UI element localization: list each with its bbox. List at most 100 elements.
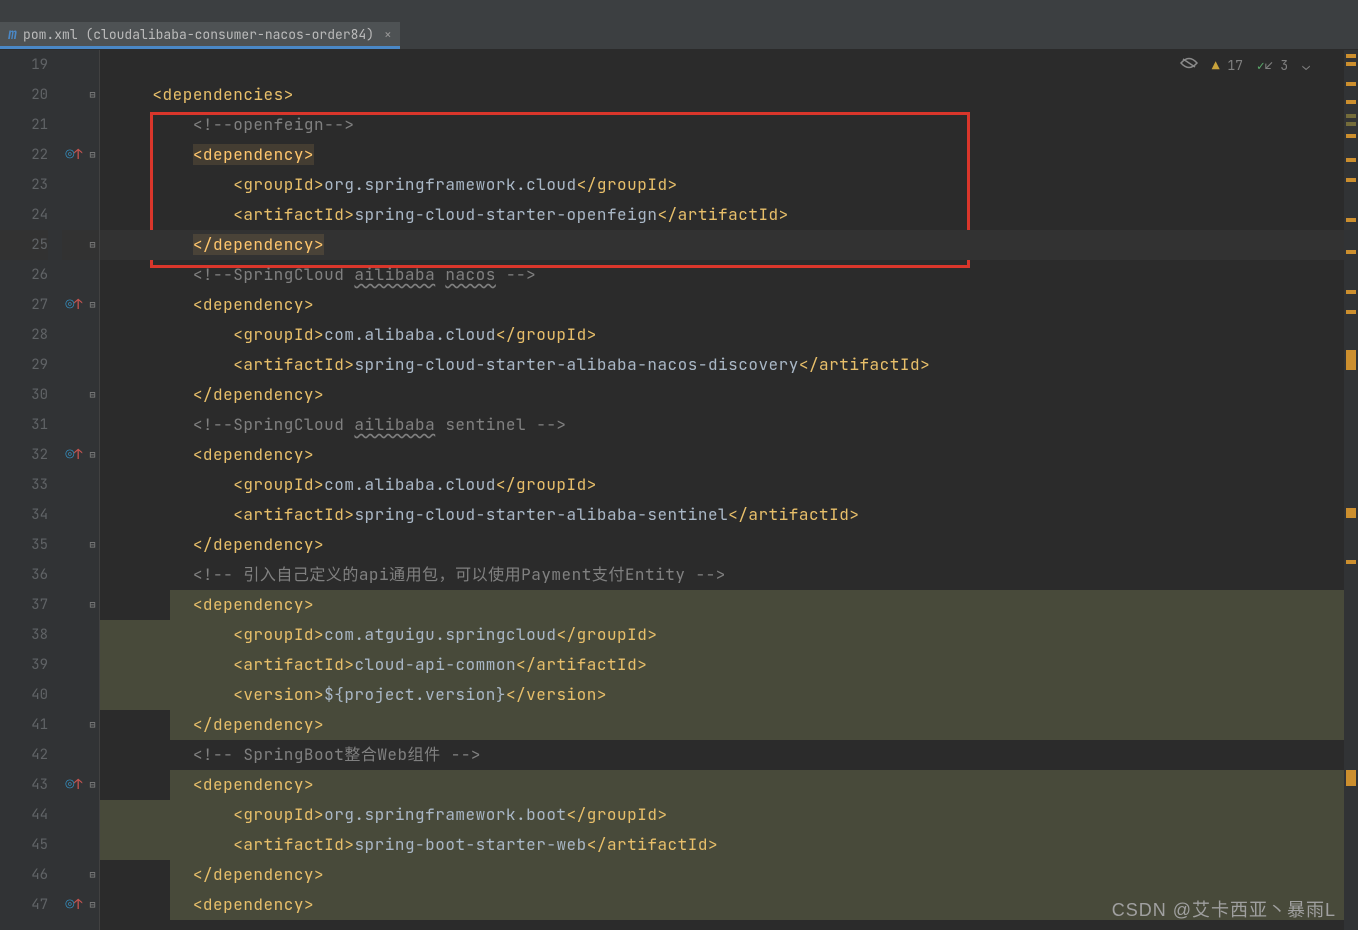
stripe-marker[interactable] <box>1346 218 1356 222</box>
stripe-marker[interactable] <box>1346 178 1356 182</box>
line-number: 28 <box>0 320 48 350</box>
warning-indicator[interactable]: ▲ 17 <box>1212 57 1243 74</box>
stripe-marker[interactable] <box>1346 122 1356 126</box>
line-number: 44 <box>0 800 48 830</box>
fold-handle[interactable]: ⊟ <box>86 230 99 260</box>
close-icon[interactable]: × <box>384 26 392 43</box>
line-number-gutter[interactable]: 1920212223242526272829303132333435363738… <box>0 50 62 930</box>
code-line[interactable]: </dependency> <box>100 710 1344 740</box>
fold-handle <box>86 50 99 80</box>
stripe-marker[interactable] <box>1346 560 1356 564</box>
chevron-down-icon[interactable]: ⌄ <box>1302 57 1310 74</box>
code-line[interactable]: </dependency> <box>100 530 1344 560</box>
stripe-marker[interactable] <box>1346 290 1356 294</box>
fold-handle[interactable]: ⊟ <box>86 590 99 620</box>
code-line[interactable]: <!--openfeign--> <box>100 110 1344 140</box>
vcs-mark <box>62 800 86 830</box>
fold-handle <box>86 830 99 860</box>
line-number: 46 <box>0 860 48 890</box>
code-line[interactable]: <artifactId>spring-cloud-starter-alibaba… <box>100 350 1344 380</box>
code-line[interactable]: <dependency> <box>100 140 1344 170</box>
fold-handle[interactable]: ⊟ <box>86 380 99 410</box>
fold-gutter[interactable]: ⊟⊟⊟⊟⊟⊟⊟⊟⊟⊟⊟⊟ <box>86 50 100 930</box>
vcs-mark <box>62 320 86 350</box>
fold-handle <box>86 260 99 290</box>
fold-handle[interactable]: ⊟ <box>86 140 99 170</box>
fold-handle <box>86 800 99 830</box>
vcs-mark: ◎↑ <box>62 290 86 320</box>
code-line[interactable]: <dependencies> <box>100 80 1344 110</box>
code-line[interactable]: <dependency> <box>100 290 1344 320</box>
vcs-mark: ◎↑ <box>62 440 86 470</box>
editor-tab-bar: m pom.xml (cloudalibaba-consumer-nacos-o… <box>0 22 1358 50</box>
code-line[interactable]: <groupId>com.atguigu.springcloud</groupI… <box>100 620 1344 650</box>
code-line[interactable]: <dependency> <box>100 770 1344 800</box>
fold-handle[interactable]: ⊟ <box>86 290 99 320</box>
commit-indicator[interactable]: ✓↙ 3 <box>1257 57 1288 74</box>
stripe-marker[interactable] <box>1346 54 1356 58</box>
code-line[interactable]: </dependency> <box>100 380 1344 410</box>
code-line[interactable]: <!--SpringCloud ailibaba nacos --> <box>100 260 1344 290</box>
code-line[interactable]: <artifactId>spring-boot-starter-web</art… <box>100 830 1344 860</box>
code-line[interactable]: <artifactId>spring-cloud-starter-openfei… <box>100 200 1344 230</box>
fold-handle <box>86 560 99 590</box>
stripe-marker[interactable] <box>1346 310 1356 314</box>
code-line[interactable]: <dependency> <box>100 890 1344 920</box>
code-line[interactable] <box>100 50 1344 80</box>
stripe-marker[interactable] <box>1346 770 1356 786</box>
fold-handle[interactable]: ⊟ <box>86 440 99 470</box>
fold-handle[interactable]: ⊟ <box>86 530 99 560</box>
fold-handle[interactable]: ⊟ <box>86 710 99 740</box>
line-number: 47 <box>0 890 48 920</box>
reader-mode-icon[interactable] <box>1180 56 1198 74</box>
code-line[interactable]: <version>${project.version}</version> <box>100 680 1344 710</box>
stripe-marker[interactable] <box>1346 100 1356 104</box>
line-number: 19 <box>0 50 48 80</box>
vcs-gutter[interactable]: ◎↑◎↑◎↑◎↑◎↑ <box>62 50 86 930</box>
code-line[interactable]: </dependency> <box>100 230 1344 260</box>
line-number: 33 <box>0 470 48 500</box>
code-line[interactable]: </dependency> <box>100 860 1344 890</box>
vcs-mark <box>62 680 86 710</box>
line-number: 45 <box>0 830 48 860</box>
code-line[interactable]: <dependency> <box>100 440 1344 470</box>
code-line[interactable]: <groupId>org.springframework.boot</group… <box>100 800 1344 830</box>
code-content[interactable]: ▲ 17 ✓↙ 3 ⌄ <dependencies> <!--openfeign… <box>100 50 1344 930</box>
code-line[interactable]: <artifactId>spring-cloud-starter-alibaba… <box>100 500 1344 530</box>
code-line[interactable]: <artifactId>cloud-api-common</artifactId… <box>100 650 1344 680</box>
vcs-mark <box>62 590 86 620</box>
code-line[interactable]: <groupId>com.alibaba.cloud</groupId> <box>100 320 1344 350</box>
code-line[interactable]: <groupId>org.springframework.cloud</grou… <box>100 170 1344 200</box>
stripe-marker[interactable] <box>1346 250 1356 254</box>
fold-handle[interactable]: ⊟ <box>86 80 99 110</box>
line-number: 27 <box>0 290 48 320</box>
vcs-mark <box>62 350 86 380</box>
line-number: 21 <box>0 110 48 140</box>
stripe-marker[interactable] <box>1346 354 1356 370</box>
code-line[interactable]: <groupId>com.alibaba.cloud</groupId> <box>100 470 1344 500</box>
error-stripe[interactable] <box>1344 50 1358 930</box>
stripe-marker[interactable] <box>1346 62 1356 66</box>
stripe-marker[interactable] <box>1346 114 1356 118</box>
line-number: 41 <box>0 710 48 740</box>
stripe-marker[interactable] <box>1346 158 1356 162</box>
code-line[interactable]: <!--SpringCloud ailibaba sentinel --> <box>100 410 1344 440</box>
fold-handle <box>86 740 99 770</box>
stripe-marker[interactable] <box>1346 508 1356 518</box>
stripe-marker[interactable] <box>1346 82 1356 86</box>
tab-title: pom.xml (cloudalibaba-consumer-nacos-ord… <box>23 26 374 43</box>
code-line[interactable]: <!-- 引入自己定义的api通用包，可以使用Payment支付Entity -… <box>100 560 1344 590</box>
line-number: 30 <box>0 380 48 410</box>
fold-handle[interactable]: ⊟ <box>86 770 99 800</box>
vcs-mark <box>62 470 86 500</box>
vcs-mark: ◎↑ <box>62 890 86 920</box>
tab-pom-xml[interactable]: m pom.xml (cloudalibaba-consumer-nacos-o… <box>0 22 400 49</box>
code-line[interactable]: <!-- SpringBoot整合Web组件 --> <box>100 740 1344 770</box>
inspection-widget[interactable]: ▲ 17 ✓↙ 3 ⌄ <box>1174 54 1316 76</box>
fold-handle[interactable]: ⊟ <box>86 890 99 920</box>
fold-handle[interactable]: ⊟ <box>86 860 99 890</box>
vcs-mark: ◎↑ <box>62 140 86 170</box>
vcs-mark <box>62 50 86 80</box>
stripe-marker[interactable] <box>1346 134 1356 138</box>
code-line[interactable]: <dependency> <box>100 590 1344 620</box>
